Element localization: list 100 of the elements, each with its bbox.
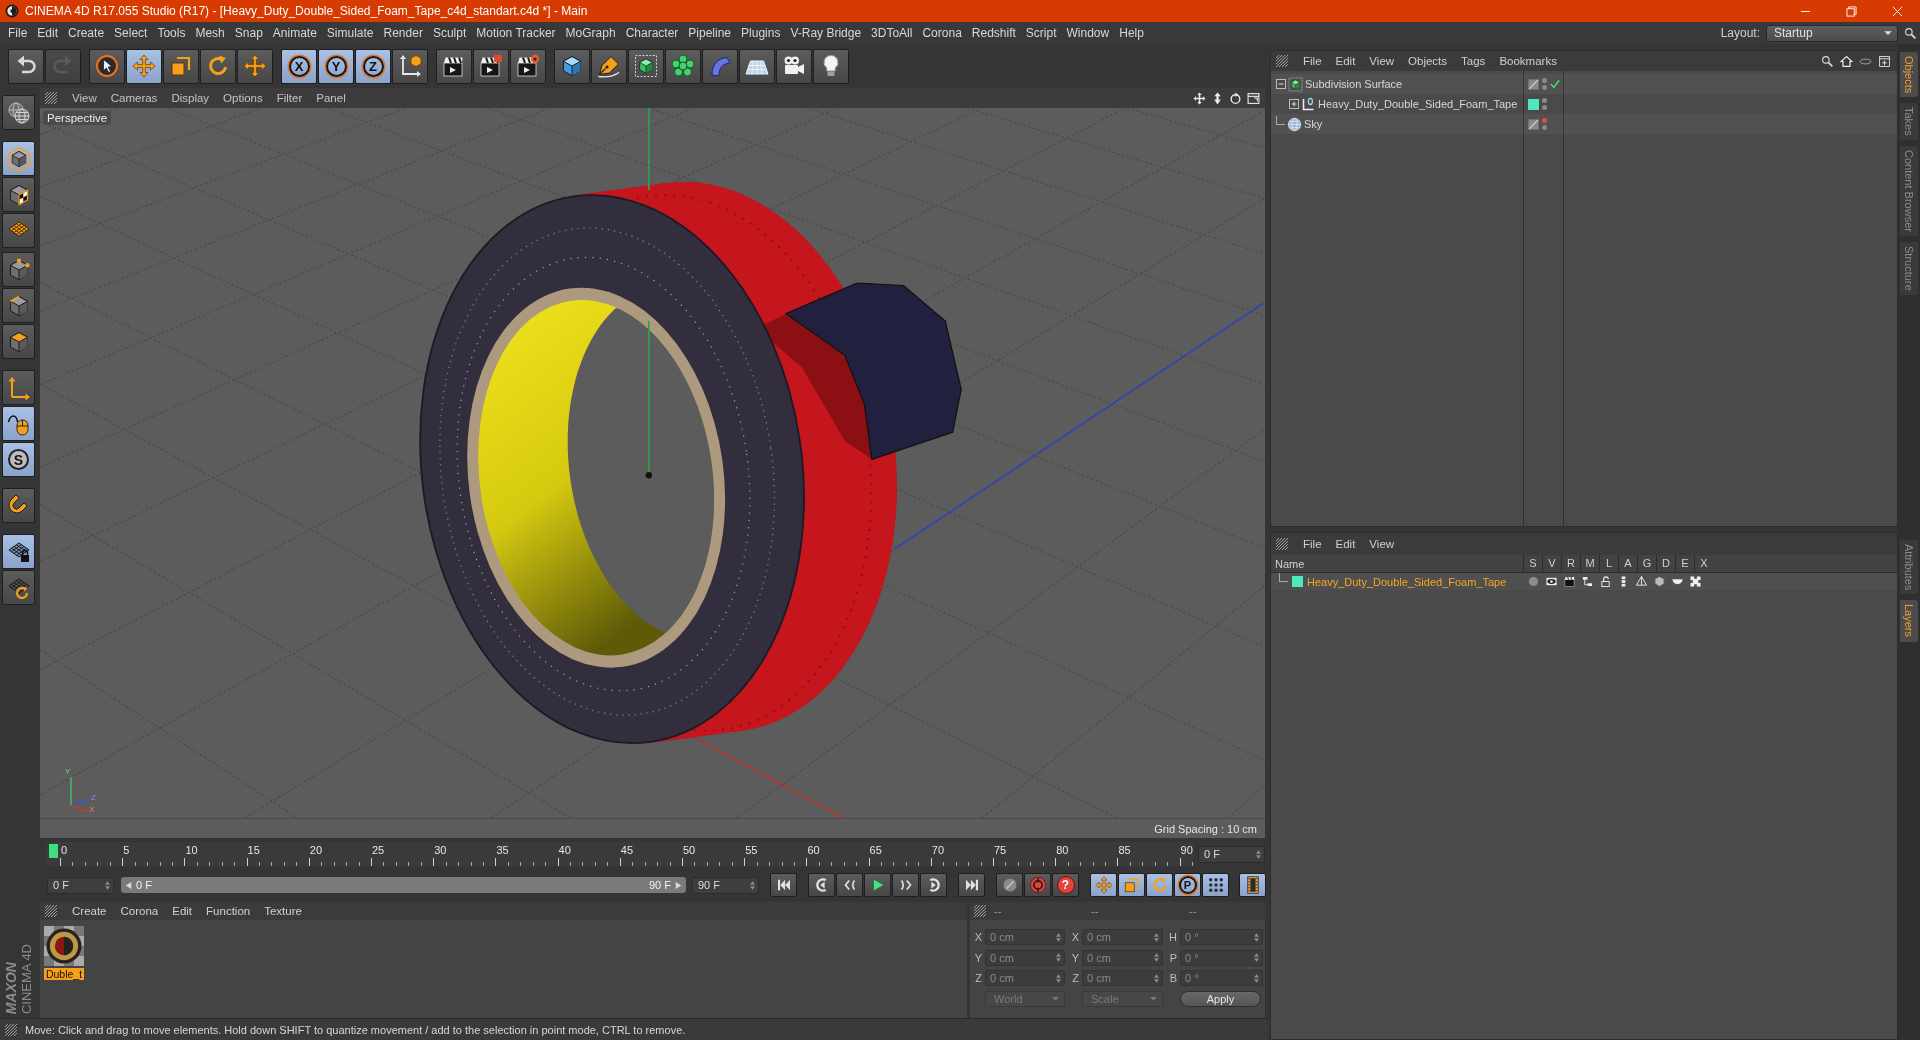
object-row[interactable]: Subdivision Surface	[1271, 74, 1897, 94]
cube-button[interactable]	[554, 48, 590, 84]
panel-tab[interactable]: Objects	[1900, 52, 1918, 98]
menu-item[interactable]: Simulate	[321, 22, 379, 44]
column-header[interactable]: A	[1618, 555, 1637, 572]
menu-item[interactable]: Create	[65, 905, 114, 917]
hierarchy-icon[interactable]	[1581, 576, 1593, 587]
panel-tab[interactable]: Structure	[1900, 242, 1918, 295]
menu-item[interactable]: Pipeline	[683, 22, 737, 44]
column-header[interactable]: E	[1675, 555, 1694, 572]
menu-item[interactable]: Window	[1061, 22, 1115, 44]
previous-frame-button[interactable]	[836, 873, 863, 897]
key-scale-button[interactable]	[1118, 873, 1145, 897]
menu-item[interactable]: Tools	[152, 22, 191, 44]
house-icon[interactable]	[1840, 54, 1853, 68]
search-icon[interactable]	[1904, 26, 1917, 40]
key-parameter-button[interactable]: P	[1174, 873, 1201, 897]
frame-field[interactable]: 0 F	[1198, 845, 1265, 863]
panel-tab[interactable]: Attributes	[1900, 540, 1918, 595]
record-key-button[interactable]	[996, 873, 1023, 897]
menu-item[interactable]: Display	[164, 92, 217, 104]
eye-icon[interactable]	[1545, 576, 1557, 587]
menu-item[interactable]: 3DToAll	[866, 22, 918, 44]
menu-item[interactable]: Filter	[269, 92, 310, 104]
color-swatch-icon[interactable]	[1528, 98, 1539, 110]
menu-item[interactable]: Edit	[1328, 538, 1363, 550]
menu-item[interactable]: Texture	[257, 905, 309, 917]
menu-item[interactable]: Create	[63, 22, 110, 44]
frame-field[interactable]: 90 F	[692, 876, 759, 894]
visibility-dot-icon[interactable]	[1542, 98, 1547, 103]
key-position-button[interactable]	[1090, 873, 1117, 897]
key-points-button[interactable]	[1202, 873, 1229, 897]
maximize-icon[interactable]	[1247, 91, 1260, 105]
column-header[interactable]: D	[1656, 555, 1675, 572]
column-header[interactable]: S	[1523, 555, 1542, 572]
menu-item[interactable]: Snap	[229, 22, 268, 44]
subdivision-button[interactable]	[628, 48, 664, 84]
viewport-canvas[interactable]: Perspective Y Z X	[40, 108, 1265, 818]
menu-item[interactable]: File	[1296, 55, 1329, 67]
column-header[interactable]: X	[1694, 555, 1713, 572]
menu-item[interactable]: Panel	[309, 92, 353, 104]
frame-field[interactable]: 0 F	[47, 876, 114, 894]
object-row[interactable]: Sky	[1271, 114, 1897, 134]
column-header[interactable]: G	[1637, 555, 1656, 572]
pan-icon[interactable]	[1193, 91, 1206, 105]
menu-item[interactable]: Animate	[267, 22, 322, 44]
visibility-dot-icon[interactable]	[1542, 125, 1547, 130]
column-header[interactable]: V	[1542, 555, 1561, 572]
apply-button[interactable]: Apply	[1180, 990, 1261, 1007]
menu-item[interactable]: Script	[1020, 22, 1062, 44]
orbit-icon[interactable]	[1229, 91, 1242, 105]
tweak-mode-button[interactable]	[2, 406, 35, 441]
menu-item[interactable]: View	[1362, 55, 1402, 67]
panel-tab[interactable]: Content Browser	[1900, 146, 1918, 236]
menu-item[interactable]: Bookmarks	[1492, 55, 1564, 67]
menu-item[interactable]: Options	[216, 92, 270, 104]
pyramid-icon[interactable]	[1635, 576, 1647, 587]
coordinate-system-button[interactable]	[392, 48, 428, 84]
clapperboard-icon[interactable]	[1563, 576, 1575, 587]
color-swatch-icon[interactable]	[1292, 576, 1303, 587]
column-header[interactable]: Name	[1271, 557, 1523, 570]
deformer-button[interactable]	[702, 48, 738, 84]
shield-icon[interactable]	[1653, 576, 1665, 587]
menu-item[interactable]: Corona	[113, 905, 166, 917]
menu-item[interactable]: View	[1362, 538, 1402, 550]
key-rotation-button[interactable]	[1146, 873, 1173, 897]
layout-dropdown[interactable]: Startup	[1766, 24, 1898, 42]
edges-mode-button[interactable]	[2, 288, 35, 323]
menu-item[interactable]: File	[1296, 538, 1329, 550]
locked-workplane-button[interactable]	[2, 570, 35, 605]
menu-item[interactable]: Render	[378, 22, 428, 44]
snap-button[interactable]	[2, 488, 35, 523]
playhead-marker[interactable]	[49, 844, 58, 858]
menu-item[interactable]: Cameras	[103, 92, 165, 104]
menu-item[interactable]: Select	[109, 22, 153, 44]
cloner-button[interactable]	[665, 48, 701, 84]
autokey-button[interactable]	[1024, 873, 1051, 897]
scale-button[interactable]	[163, 48, 199, 84]
menu-item[interactable]: Edit	[1328, 55, 1363, 67]
workplane-mode-button[interactable]	[2, 213, 35, 248]
play-button[interactable]	[864, 873, 891, 897]
menu-item[interactable]: File	[3, 22, 33, 44]
model-mode-button[interactable]	[2, 141, 35, 176]
axis-lock-button[interactable]: X	[281, 48, 317, 84]
material-sphere-icon[interactable]	[44, 926, 84, 966]
object-name[interactable]: Subdivision Surface	[1305, 78, 1403, 90]
menu-item[interactable]: Mesh	[190, 22, 230, 44]
recent-tool-button[interactable]	[237, 48, 273, 84]
check-icon[interactable]	[1550, 79, 1560, 89]
column-header[interactable]: M	[1580, 555, 1599, 572]
menu-item[interactable]: Character	[620, 22, 684, 44]
move-button[interactable]	[126, 48, 162, 84]
circle-icon[interactable]	[1527, 576, 1539, 587]
expand-toggle-icon[interactable]	[1289, 99, 1299, 109]
axis-lock-button[interactable]: Z	[355, 48, 391, 84]
visibility-dot-icon[interactable]	[1542, 105, 1547, 110]
object-name[interactable]: Heavy_Duty_Double_Sided_Foam_Tape	[1318, 98, 1518, 110]
bowl-icon[interactable]	[1671, 576, 1683, 587]
layer-row[interactable]: Heavy_Duty_Double_Sided_Foam_Tape	[1271, 573, 1897, 590]
column-header[interactable]: R	[1561, 555, 1580, 572]
